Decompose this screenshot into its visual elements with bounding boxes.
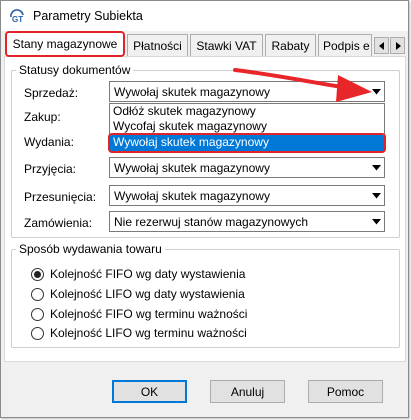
tab-platnosci[interactable]: Płatności	[127, 34, 188, 56]
combo-value: Nie rezerwuj stanów magazynowych	[114, 214, 309, 229]
sprzedaz-combo[interactable]: Wywołaj skutek magazynowy	[109, 81, 385, 102]
label-zamowienia: Zamówienia:	[24, 216, 93, 230]
radio-button[interactable]	[31, 326, 44, 340]
tab-label: Płatności	[133, 38, 182, 53]
cancel-button[interactable]: Anuluj	[210, 380, 285, 403]
tab-podpis[interactable]: Podpis e	[318, 34, 372, 56]
tab-label: Stawki VAT	[196, 38, 257, 53]
radio-checked-dot	[34, 270, 41, 278]
combo-value: Wywołaj skutek magazynowy	[114, 84, 270, 99]
tab-scroll-left-button[interactable]	[374, 37, 389, 54]
gt-app-icon: GT	[9, 8, 25, 24]
issue-method-legend: Sposób wydawania towaru	[19, 242, 162, 256]
radio-button[interactable]	[31, 307, 44, 321]
radio-label: Kolejność FIFO wg terminu ważności	[50, 307, 248, 321]
zamowienia-combo[interactable]: Nie rezerwuj stanów magazynowych	[109, 211, 385, 232]
label-przyjecia: Przyjęcia:	[24, 162, 77, 176]
radio-fifo-date[interactable]: Kolejność FIFO wg daty wystawienia	[31, 266, 245, 282]
radio-label: Kolejność FIFO wg daty wystawienia	[50, 267, 246, 281]
svg-text:GT: GT	[12, 15, 23, 24]
sprzedaz-dropdown-list: Odłóż skutek magazynowy Wycofaj skutek m…	[108, 103, 386, 153]
tab-stany-magazynowe[interactable]: Stany magazynowe	[5, 31, 125, 57]
label-przesuniecia: Przesunięcia:	[24, 190, 97, 204]
triangle-right-icon	[395, 41, 401, 50]
window-title: Parametry Subiekta	[33, 9, 143, 23]
title-bar: GT Parametry Subiekta	[1, 1, 408, 31]
tab-strip: Stany magazynowe Płatności Stawki VAT Ra…	[1, 31, 408, 57]
radio-button[interactable]	[31, 267, 44, 281]
triangle-left-icon	[378, 41, 384, 50]
radio-label: Kolejność LIFO wg terminu ważności	[50, 326, 247, 340]
tab-rabaty[interactable]: Rabaty	[265, 34, 316, 56]
radio-lifo-date[interactable]: Kolejność LIFO wg daty wystawienia	[31, 286, 245, 302]
tab-label: Stany magazynowe	[12, 37, 118, 51]
tab-label: Rabaty	[271, 38, 310, 53]
radio-button[interactable]	[31, 287, 44, 301]
radio-fifo-expiry[interactable]: Kolejność FIFO wg terminu ważności	[31, 306, 247, 322]
label-wydania: Wydania:	[24, 135, 74, 149]
combo-value: Wywołaj skutek magazynowy	[114, 160, 270, 175]
przesuniecia-combo[interactable]: Wywołaj skutek magazynowy	[109, 185, 385, 206]
chevron-down-icon[interactable]	[368, 82, 384, 101]
tab-panel: Statusy dokumentów Sprzedaż: Zakup: Wyda…	[4, 56, 406, 362]
tab-label: Podpis e	[323, 38, 370, 53]
tab-scroll-right-button[interactable]	[390, 37, 405, 54]
przyjecia-combo[interactable]: Wywołaj skutek magazynowy	[109, 157, 385, 178]
radio-label: Kolejność LIFO wg daty wystawienia	[50, 287, 245, 301]
status-group-legend: Statusy dokumentów	[19, 63, 131, 77]
label-sprzedaz: Sprzedaż:	[24, 86, 79, 100]
dropdown-option[interactable]: Wycofaj skutek magazynowy	[110, 119, 384, 134]
dropdown-option[interactable]: Odłóż skutek magazynowy	[110, 104, 384, 119]
combo-value: Wywołaj skutek magazynowy	[114, 188, 270, 203]
tab-stawki-vat[interactable]: Stawki VAT	[190, 34, 263, 56]
dialog-window: GT Parametry Subiekta Stany magazynowe P…	[0, 0, 409, 418]
label-zakup: Zakup:	[24, 110, 61, 124]
ok-button[interactable]: OK	[112, 380, 187, 403]
help-button[interactable]: Pomoc	[308, 380, 383, 403]
radio-lifo-expiry[interactable]: Kolejność LIFO wg terminu ważności	[31, 325, 247, 341]
dropdown-option-selected[interactable]: Wywołaj skutek magazynowy	[108, 133, 386, 153]
chevron-down-icon[interactable]	[368, 212, 384, 231]
chevron-down-icon[interactable]	[368, 158, 384, 177]
chevron-down-icon[interactable]	[368, 186, 384, 205]
